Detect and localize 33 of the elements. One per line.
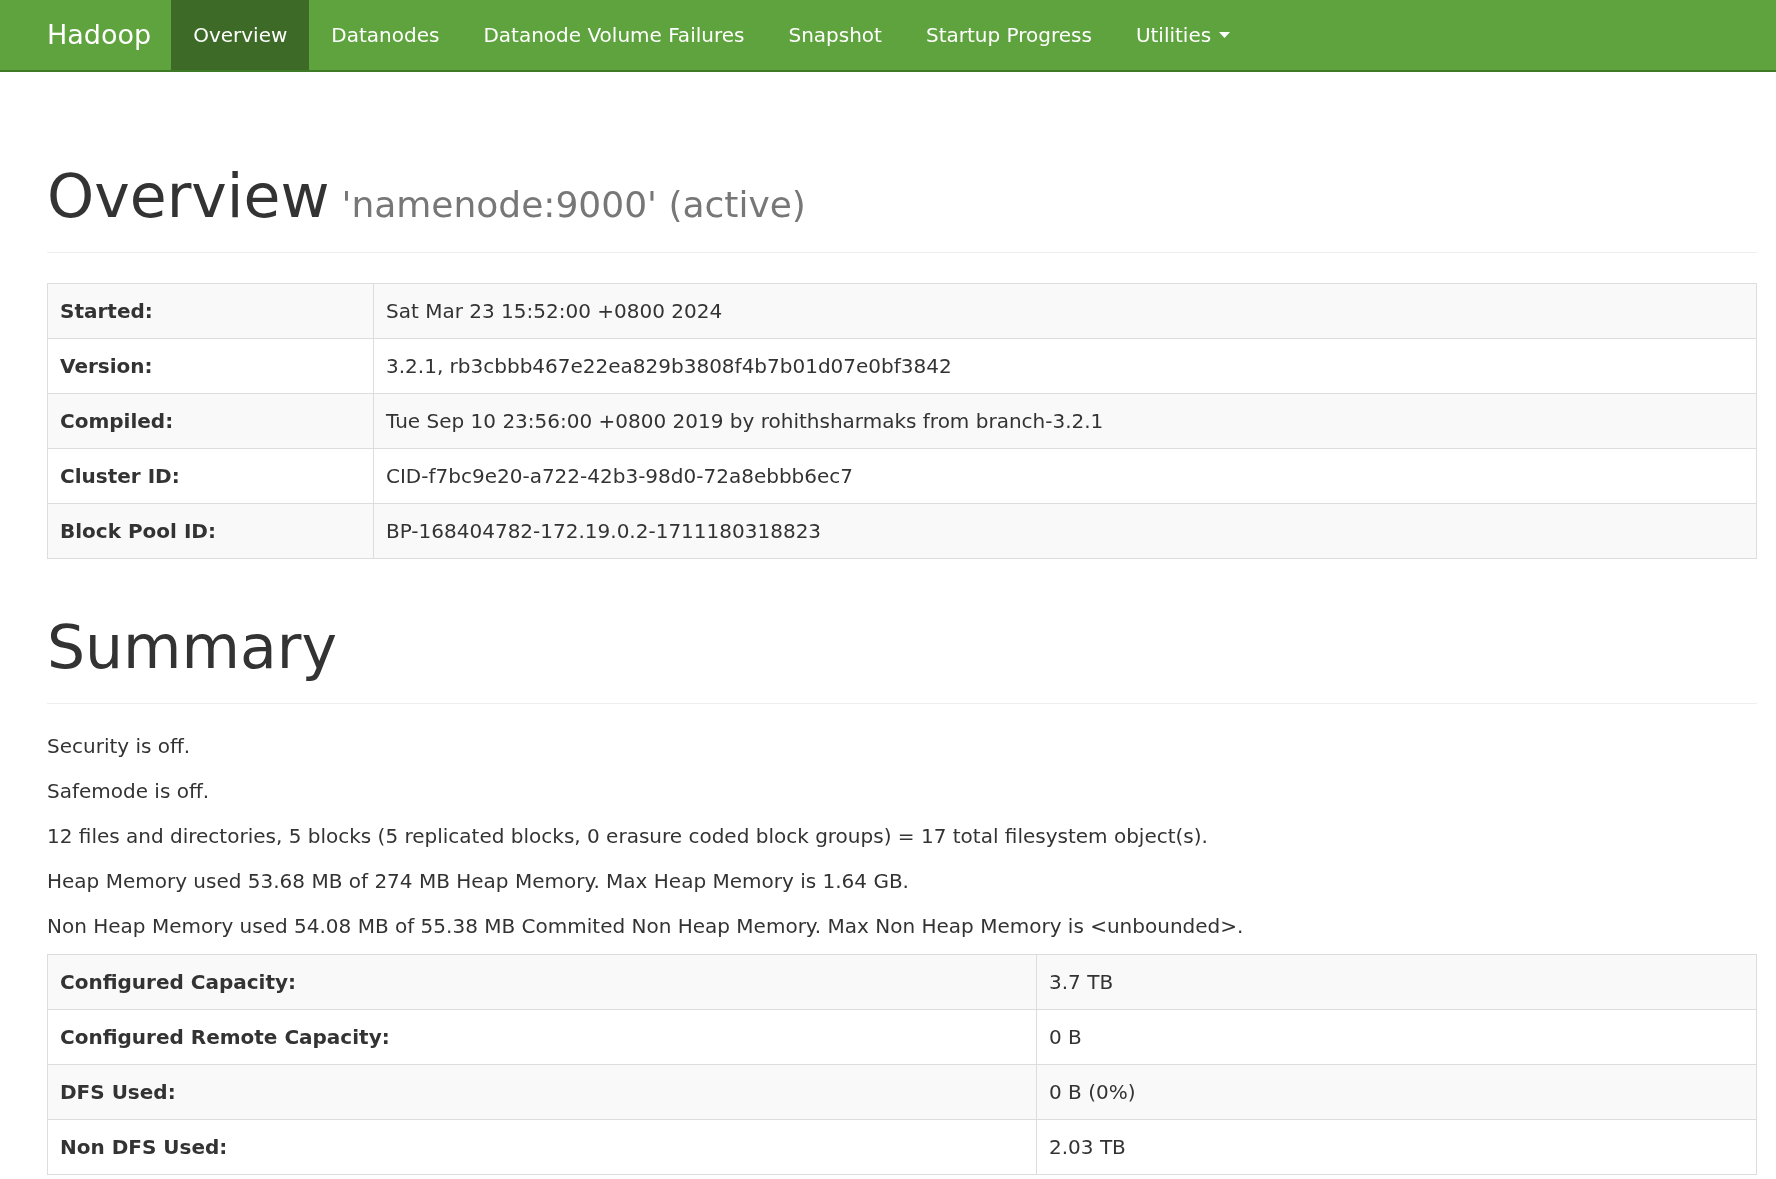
summary-text: Non Heap Memory used 54.08 MB of 55.38 MB Commited Non Heap Memory. Max Non Heap Memory is <unbounded>. bbox=[47, 913, 1245, 940]
dropdown-menu-link[interactable]: Utilities bbox=[1113, 0, 1253, 70]
row-label: Block Pool ID: bbox=[47, 503, 374, 559]
row-label: Started: bbox=[47, 283, 374, 339]
row-label: Non DFS Used: bbox=[47, 1119, 1037, 1175]
nav-tab[interactable]: Datanodes bbox=[309, 0, 462, 70]
brand-link[interactable]: Hadoop bbox=[30, 0, 172, 70]
summary-text: 12 files and directories, 5 blocks (5 replicated blocks, 0 erasure coded block groups) = 17 total filesystem object(s). bbox=[47, 823, 1209, 850]
row-label: Configured Remote Capacity: bbox=[47, 1009, 1037, 1065]
row-value: 0 B (0%) bbox=[1036, 1064, 1757, 1120]
row-value: Tue Sep 10 23:56:00 +0800 2019 by rohithsharmaks from branch-3.2.1 bbox=[373, 393, 1757, 449]
nav-tab[interactable]: Snapshot bbox=[766, 0, 904, 70]
row-label: Cluster ID: bbox=[47, 448, 374, 504]
row-label: DFS Used: bbox=[47, 1064, 1037, 1120]
page-title: Overview bbox=[47, 161, 330, 231]
page-subtitle: 'namenode:9000' (active) bbox=[341, 184, 806, 225]
nav-tab[interactable]: Startup Progress bbox=[903, 0, 1114, 70]
row-value: 2.03 TB bbox=[1036, 1119, 1757, 1175]
row-label: Version: bbox=[47, 338, 374, 394]
summary-text: Security is off. bbox=[47, 733, 192, 760]
section-title: Summary bbox=[47, 612, 337, 682]
nav-tab[interactable]: Datanode Volume Failures bbox=[461, 0, 767, 70]
row-value: 0 B bbox=[1036, 1009, 1757, 1065]
row-label: Configured Capacity: bbox=[47, 954, 1037, 1010]
row-value: BP-168404782-172.19.0.2-1711180318823 bbox=[373, 503, 1757, 559]
nav-tab[interactable]: Overview bbox=[171, 0, 310, 70]
row-value: 3.2.1, rb3cbbb467e22ea829b3808f4b7b01d07e0bf3842 bbox=[373, 338, 1757, 394]
row-label: Compiled: bbox=[47, 393, 374, 449]
row-value: CID-f7bc9e20-a722-42b3-98d0-72a8ebbb6ec7 bbox=[373, 448, 1757, 504]
summary-text: Safemode is off. bbox=[47, 778, 211, 805]
row-value: Sat Mar 23 15:52:00 +0800 2024 bbox=[373, 283, 1757, 339]
summary-text: Heap Memory used 53.68 MB of 274 MB Heap Memory. Max Heap Memory is 1.64 GB. bbox=[47, 868, 910, 895]
row-value: 3.7 TB bbox=[1036, 954, 1757, 1010]
